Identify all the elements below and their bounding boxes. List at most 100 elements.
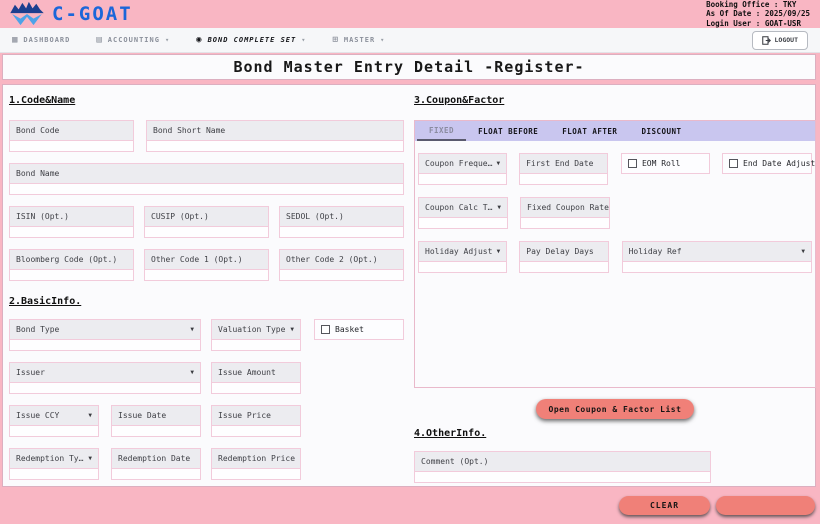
logo-text: C-GOAT [52, 3, 133, 25]
dropdown-arrow-icon: ▼ [88, 412, 92, 419]
issuer-input[interactable] [9, 383, 201, 394]
issuer-select[interactable]: Issuer▼ [9, 362, 201, 394]
bond-name-input[interactable] [9, 184, 404, 195]
bond-short-name-input[interactable] [146, 141, 404, 152]
accounting-icon: ▤ [96, 36, 102, 45]
sedol-input[interactable] [279, 227, 404, 238]
holiday-adjust-label: Holiday Adjust [425, 247, 492, 256]
end-date-adjust-checkbox[interactable] [729, 159, 738, 168]
issue-amount-input[interactable] [211, 383, 301, 394]
coupon-calc-type-input[interactable] [418, 218, 508, 229]
pay-delay-days-label: Pay Delay Days [526, 247, 593, 256]
register-button[interactable] [716, 496, 815, 515]
comment-input[interactable] [414, 472, 711, 483]
coupon-tabbar: FIXED FLOAT BEFORE FLOAT AFTER DISCOUNT [415, 121, 815, 141]
section-heading-coupon-factor: 3.Coupon&Factor [414, 95, 816, 107]
nav-item-bond-complete-set[interactable]: ◉ BOND COMPLETE SET ▾ [196, 36, 306, 45]
tab-fixed[interactable]: FIXED [417, 121, 466, 141]
comment-field[interactable]: Comment (Opt.) [414, 451, 711, 483]
nav-item-master[interactable]: ⊞ MASTER ▾ [332, 36, 385, 45]
bond-code-field[interactable]: Bond Code [9, 120, 134, 152]
issue-date-field[interactable]: Issue Date [111, 405, 201, 437]
fixed-coupon-rate-input[interactable] [520, 218, 610, 229]
redemption-type-select[interactable]: Redemption Ty…▼ [9, 448, 99, 480]
redemption-price-label: Redemption Price [218, 454, 295, 463]
issuer-label: Issuer [16, 368, 45, 377]
coupon-fields: Coupon Freque…▼ First End Date EOM Roll [415, 153, 815, 273]
bloomberg-code-field[interactable]: Bloomberg Code (Opt.) [9, 249, 134, 281]
other-code-2-input[interactable] [279, 270, 404, 281]
sedol-field[interactable]: SEDOL (Opt.) [279, 206, 404, 238]
cusip-field[interactable]: CUSIP (Opt.) [144, 206, 269, 238]
nav-label: MASTER [344, 36, 375, 44]
tab-float-after[interactable]: FLOAT AFTER [550, 121, 629, 141]
isin-label: ISIN (Opt.) [16, 212, 69, 221]
tab-float-before[interactable]: FLOAT BEFORE [466, 121, 550, 141]
holiday-adjust-input[interactable] [418, 262, 507, 273]
other-code-2-field[interactable]: Other Code 2 (Opt.) [279, 249, 404, 281]
coupon-frequency-input[interactable] [418, 174, 507, 185]
other-code-1-label: Other Code 1 (Opt.) [151, 255, 243, 264]
logout-button[interactable]: LOGOUT [752, 31, 808, 50]
coupon-calc-type-label: Coupon Calc T… [425, 203, 492, 212]
nav-item-dashboard[interactable]: ▦ DASHBOARD [12, 36, 70, 45]
bloomberg-code-input[interactable] [9, 270, 134, 281]
issue-date-input[interactable] [111, 426, 201, 437]
other-code-1-field[interactable]: Other Code 1 (Opt.) [144, 249, 269, 281]
bond-short-name-field[interactable]: Bond Short Name [146, 120, 404, 152]
issue-amount-field[interactable]: Issue Amount [211, 362, 301, 394]
redemption-price-field[interactable]: Redemption Price [211, 448, 301, 480]
eom-roll-checkbox-field[interactable]: EOM Roll [621, 153, 710, 174]
bond-name-field[interactable]: Bond Name [9, 163, 404, 195]
login-user: Login User : GOAT-USR [706, 19, 810, 28]
first-end-date-label: First End Date [526, 159, 593, 168]
holiday-adjust-select[interactable]: Holiday Adjust▼ [418, 241, 507, 273]
bond-set-icon: ◉ [196, 36, 202, 45]
issue-ccy-label: Issue CCY [16, 411, 59, 420]
tab-discount[interactable]: DISCOUNT [629, 121, 693, 141]
other-code-1-input[interactable] [144, 270, 269, 281]
end-date-adjust-checkbox-field[interactable]: End Date Adjust [722, 153, 812, 174]
form-panel: 1.Code&Name Bond Code Bond Short Name Bo… [2, 84, 816, 487]
nav-label: ACCOUNTING [108, 36, 160, 44]
valuation-type-select[interactable]: Valuation Type▼ [211, 319, 301, 351]
page-title: Bond Master Entry Detail -Register- [2, 54, 816, 80]
open-coupon-factor-list-button[interactable]: Open Coupon & Factor List [536, 399, 694, 419]
issue-price-field[interactable]: Issue Price [211, 405, 301, 437]
chevron-down-icon: ▾ [301, 36, 306, 44]
coupon-calc-type-select[interactable]: Coupon Calc T…▼ [418, 197, 508, 229]
dropdown-arrow-icon: ▼ [496, 160, 500, 167]
holiday-ref-input[interactable] [622, 262, 812, 273]
issue-ccy-select[interactable]: Issue CCY ▼ [9, 405, 99, 437]
nav-item-accounting[interactable]: ▤ ACCOUNTING ▾ [96, 36, 170, 45]
app-window: C-GOAT Booking Office : TKY As Of Date :… [0, 0, 820, 524]
issue-price-input[interactable] [211, 426, 301, 437]
bond-type-select[interactable]: Bond Type▼ [9, 319, 201, 351]
coupon-frequency-select[interactable]: Coupon Freque…▼ [418, 153, 507, 185]
bond-type-input[interactable] [9, 340, 201, 351]
cusip-input[interactable] [144, 227, 269, 238]
redemption-date-label: Redemption Date [118, 454, 190, 463]
valuation-type-input[interactable] [211, 340, 301, 351]
other-code-2-label: Other Code 2 (Opt.) [286, 255, 378, 264]
bond-code-input[interactable] [9, 141, 134, 152]
first-end-date-field[interactable]: First End Date [519, 153, 608, 185]
redemption-price-input[interactable] [211, 469, 301, 480]
pay-delay-days-input[interactable] [519, 262, 608, 273]
eom-roll-checkbox[interactable] [628, 159, 637, 168]
first-end-date-input[interactable] [519, 174, 608, 185]
basket-checkbox[interactable] [321, 325, 330, 334]
coupon-factor-panel: FIXED FLOAT BEFORE FLOAT AFTER DISCOUNT … [414, 120, 816, 388]
clear-button[interactable]: CLEAR [619, 496, 710, 515]
holiday-ref-select[interactable]: Holiday Ref▼ [622, 241, 812, 273]
app-logo: C-GOAT [8, 1, 133, 27]
fixed-coupon-rate-field[interactable]: Fixed Coupon Rate [520, 197, 610, 229]
issue-ccy-input[interactable] [9, 426, 99, 437]
redemption-date-input[interactable] [111, 469, 201, 480]
basket-checkbox-field[interactable]: Basket [314, 319, 404, 340]
isin-input[interactable] [9, 227, 134, 238]
redemption-type-input[interactable] [9, 469, 99, 480]
pay-delay-days-field[interactable]: Pay Delay Days [519, 241, 608, 273]
redemption-date-field[interactable]: Redemption Date [111, 448, 201, 480]
isin-field[interactable]: ISIN (Opt.) [9, 206, 134, 238]
